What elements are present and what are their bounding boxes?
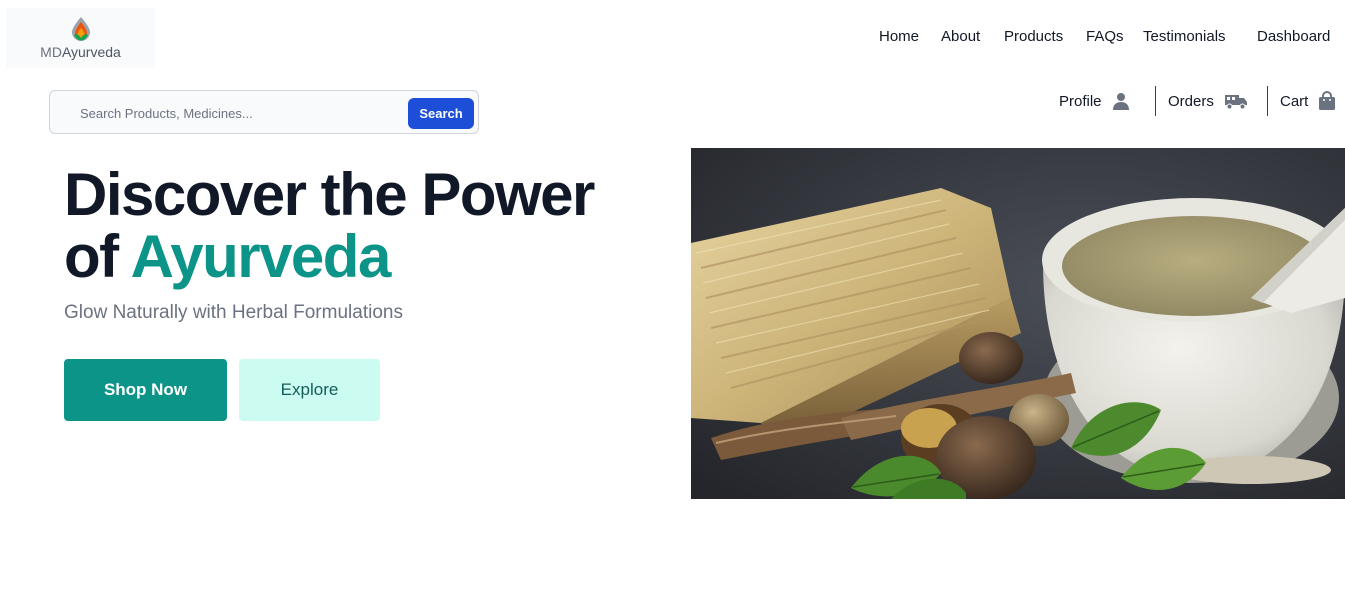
profile-link[interactable]: Profile bbox=[1059, 86, 1130, 116]
nav-products[interactable]: Products bbox=[1004, 28, 1063, 45]
herbs-mortar-pestle-image bbox=[691, 148, 1345, 499]
nav-faqs[interactable]: FAQs bbox=[1086, 28, 1124, 45]
hero-subtitle: Glow Naturally with Herbal Formulations bbox=[64, 302, 403, 323]
main-nav: Home About Products FAQs Testimonials Da… bbox=[0, 28, 1345, 48]
profile-label: Profile bbox=[1059, 92, 1102, 110]
nav-home[interactable]: Home bbox=[879, 28, 919, 45]
hero-title-line1: Discover the Power bbox=[64, 161, 595, 228]
truck-icon bbox=[1224, 95, 1247, 110]
search-input[interactable] bbox=[64, 97, 422, 129]
shop-now-button[interactable]: Shop Now bbox=[64, 359, 227, 421]
shopping-bag-icon bbox=[1319, 91, 1336, 110]
search-bar: Search bbox=[49, 90, 479, 134]
search-button[interactable]: Search bbox=[408, 98, 474, 129]
nav-about[interactable]: About bbox=[941, 28, 980, 45]
hero-title-accent: Ayurveda bbox=[130, 223, 392, 290]
cart-link[interactable]: Cart bbox=[1280, 86, 1336, 116]
explore-button[interactable]: Explore bbox=[239, 359, 380, 421]
utility-divider bbox=[1155, 86, 1156, 116]
hero-title: Discover the Power of Ayurveda bbox=[64, 161, 595, 290]
nav-testimonials[interactable]: Testimonials bbox=[1143, 28, 1226, 45]
utility-divider bbox=[1267, 86, 1268, 116]
hero-title-of: of bbox=[64, 223, 119, 290]
orders-link[interactable]: Orders bbox=[1168, 86, 1248, 116]
user-icon bbox=[1112, 93, 1129, 110]
nav-dashboard[interactable]: Dashboard bbox=[1257, 28, 1330, 45]
orders-label: Orders bbox=[1168, 92, 1214, 110]
cart-label: Cart bbox=[1280, 92, 1309, 110]
